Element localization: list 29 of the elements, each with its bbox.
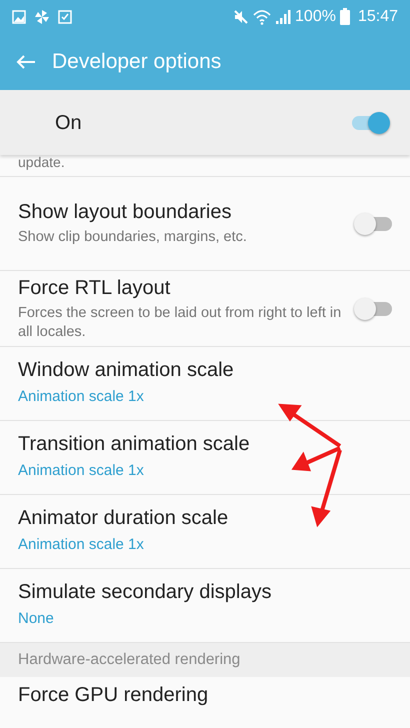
setting-title: Animator duration scale (18, 506, 230, 530)
battery-percentage: 100% (295, 6, 336, 26)
setting-title: Force RTL layout (18, 276, 172, 300)
setting-title: Window animation scale (18, 358, 235, 382)
setting-value: None (18, 609, 55, 630)
setting-summary: Forces the screen to be laid out from right to left in all locales. (18, 304, 342, 342)
mute-icon (233, 8, 250, 24)
setting-title: Simulate secondary displays (18, 580, 272, 604)
picture-icon (12, 10, 26, 24)
back-arrow-icon[interactable] (16, 54, 36, 70)
battery-icon (340, 8, 350, 25)
wifi-icon (253, 8, 272, 24)
signal-icon (275, 8, 292, 24)
setting-title: Transition animation scale (18, 432, 251, 456)
setting-value: Animation scale 1x (18, 461, 145, 482)
setting-title: Force GPU rendering (18, 684, 208, 706)
setting-value: Animation scale 1x (18, 387, 145, 408)
setting-item[interactable]: Show layout boundaries Show clip boundaries, margins, etc. (0, 177, 410, 271)
toolbar-title: Developer options (52, 48, 222, 75)
clipboard-icon (58, 9, 72, 24)
master-switch-label: On (55, 110, 82, 136)
status-time: 15:47 (358, 6, 398, 26)
pinwheel-icon (34, 8, 50, 24)
setting-item[interactable]: Force RTL layout Forces the screen to be laid out from right to left in all locales. (0, 271, 410, 347)
section-header: Hardware-accelerated rendering (18, 650, 240, 670)
setting-title: Show layout boundaries (18, 200, 232, 224)
setting-summary: Show clip boundaries, margins, etc. (18, 228, 248, 247)
setting-summary: update. (18, 155, 65, 170)
setting-value: Animation scale 1x (18, 535, 145, 556)
